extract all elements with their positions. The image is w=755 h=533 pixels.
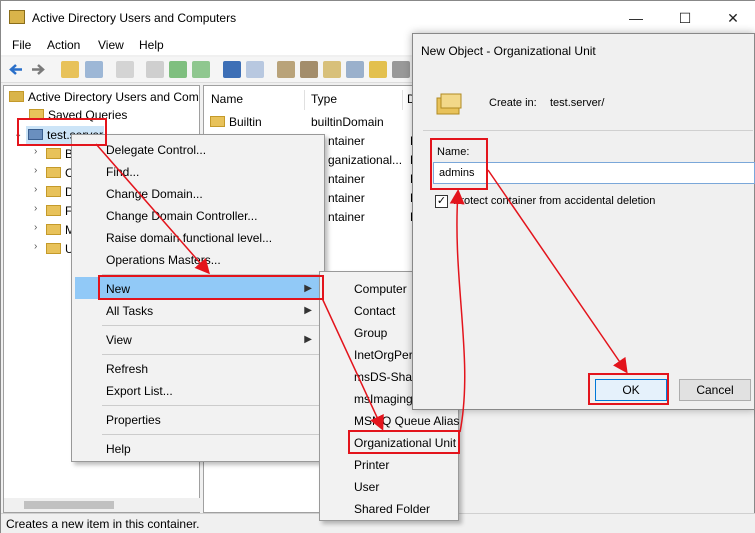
arrow-ou-to-name: [449, 189, 466, 433]
arrow-name-to-ok: [487, 169, 628, 374]
arrow-domain-to-new: [95, 143, 210, 275]
arrow-new-to-ou: [321, 297, 384, 431]
annotation-arrows: [95, 143, 628, 433]
